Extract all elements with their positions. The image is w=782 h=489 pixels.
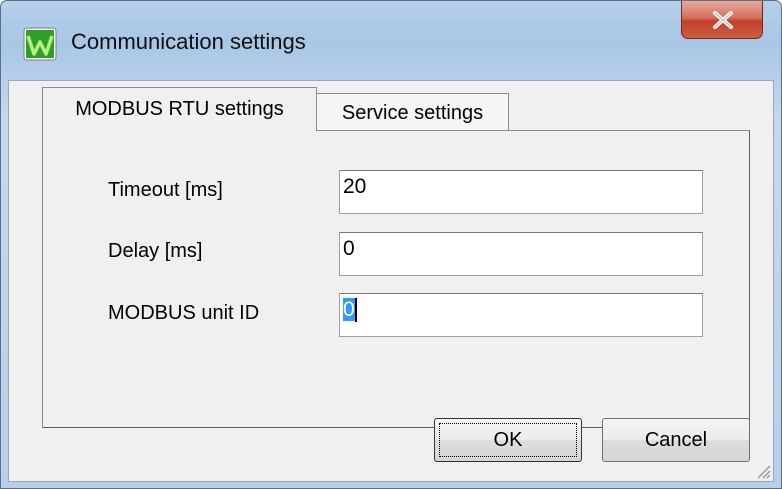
tab-label: Service settings: [341, 102, 484, 124]
w-logo-icon: [23, 27, 57, 61]
dialog-client-area: MODBUS RTU settings Service settings Tim…: [8, 80, 774, 482]
delay-input[interactable]: 0: [339, 232, 703, 276]
close-button[interactable]: [681, 1, 763, 39]
unit-id-value: 0: [343, 298, 355, 321]
text-caret: [354, 298, 357, 322]
delay-value: 0: [343, 237, 355, 260]
cancel-button[interactable]: Cancel: [602, 418, 750, 462]
delay-label: Delay [ms]: [108, 240, 203, 262]
window-title: Communication settings: [71, 29, 306, 54]
resize-grip-icon[interactable]: [755, 463, 771, 479]
title-bar[interactable]: Communication settings: [1, 1, 781, 81]
ok-button-label: OK: [493, 429, 523, 451]
unit-id-label: MODBUS unit ID: [108, 302, 260, 324]
tab-modbus-rtu-settings[interactable]: MODBUS RTU settings: [42, 87, 317, 131]
dialog-window: Communication settings MODBUS RTU settin…: [0, 0, 782, 489]
ok-button[interactable]: OK: [434, 418, 582, 462]
timeout-value: 20: [343, 175, 367, 198]
unit-id-input[interactable]: 0: [339, 293, 703, 337]
close-icon: [713, 11, 733, 29]
timeout-input[interactable]: 20: [339, 170, 703, 214]
tab-service-settings[interactable]: Service settings: [317, 93, 509, 131]
tab-label: MODBUS RTU settings: [75, 98, 284, 120]
timeout-label: Timeout [ms]: [108, 179, 223, 201]
cancel-button-label: Cancel: [644, 429, 708, 451]
tab-panel: Timeout [ms] 20 Delay [ms] 0 MODBUS unit…: [42, 130, 750, 428]
